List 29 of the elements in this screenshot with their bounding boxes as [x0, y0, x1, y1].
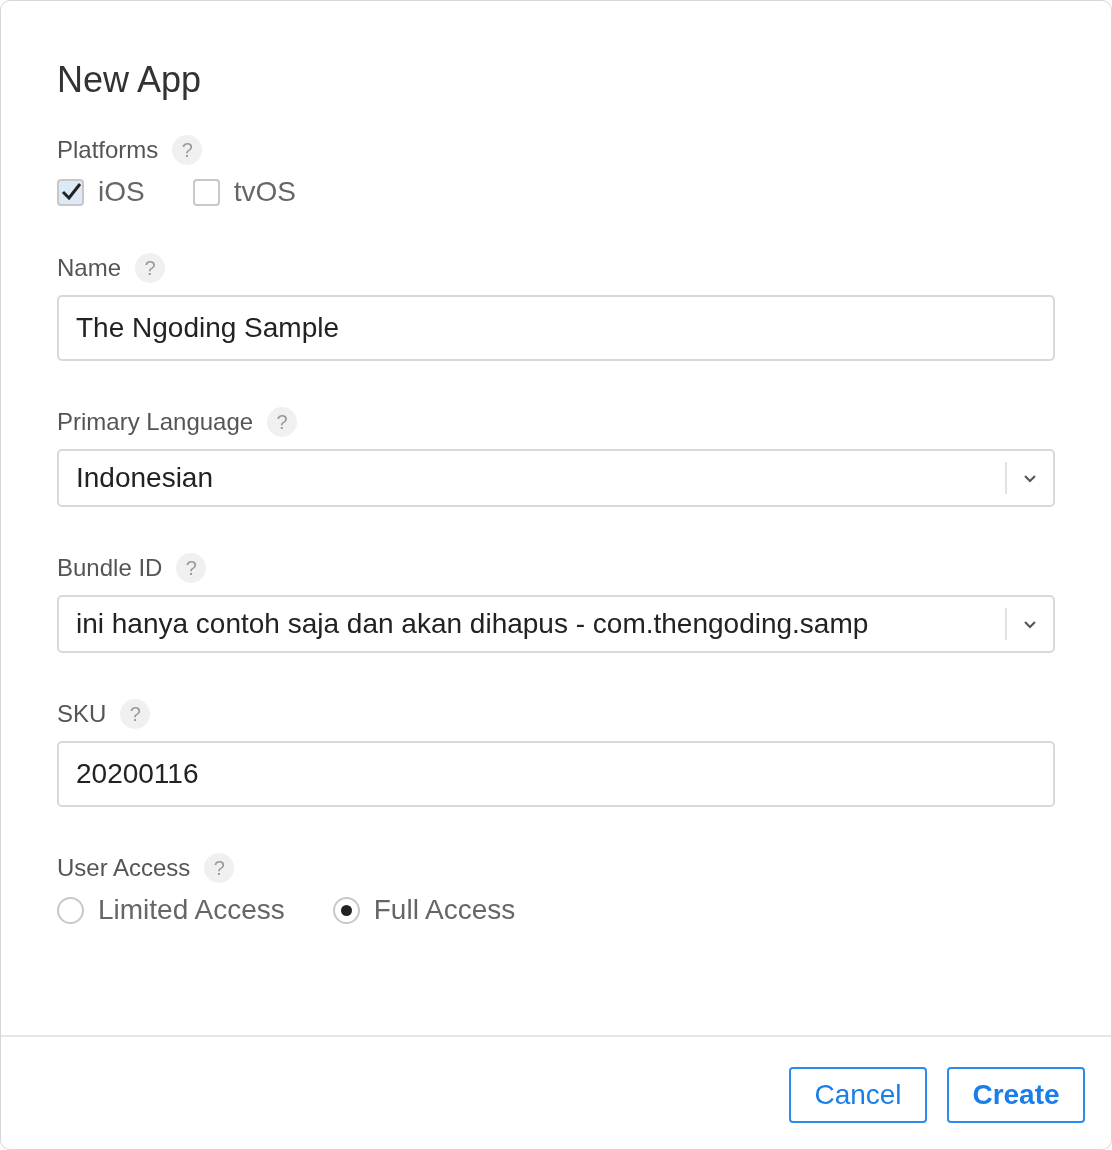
radio-label: Limited Access [98, 894, 285, 926]
secondary-button[interactable]: Cancel [789, 1067, 927, 1123]
radio-label: Full Access [373, 894, 516, 926]
help-icon[interactable]: ? [176, 553, 207, 583]
checkbox[interactable] [57, 178, 84, 206]
field-label: Bundle ID [57, 554, 163, 582]
text-field[interactable]: 20200116 [57, 741, 1055, 807]
field-label: SKU [57, 700, 107, 728]
checkbox-label: iOS [98, 176, 145, 208]
field-label: Platforms [57, 136, 159, 164]
field-label: Primary Language [57, 408, 254, 436]
chevron-down-icon [1023, 619, 1037, 629]
checkbox[interactable] [192, 178, 220, 206]
select-field[interactable]: ini hanya contoh saja dan akan dihapus - com.thengoding.samp [57, 595, 1055, 653]
radio-button[interactable] [332, 896, 360, 924]
field-label: Name [57, 254, 122, 282]
primary-button[interactable]: Create [947, 1067, 1085, 1123]
help-icon[interactable]: ? [135, 253, 166, 283]
chevron-down-icon [1023, 473, 1037, 483]
help-icon[interactable]: ? [172, 135, 203, 165]
radio-button[interactable] [57, 896, 84, 924]
help-icon[interactable]: ? [120, 699, 151, 729]
select-field[interactable]: Indonesian [57, 449, 1055, 507]
help-icon[interactable]: ? [267, 407, 298, 437]
checkbox-label: tvOS [233, 176, 296, 208]
text-field[interactable]: The Ngoding Sample [57, 295, 1055, 361]
field-label: User Access [57, 854, 191, 882]
dialog-title: New App [57, 59, 203, 101]
help-icon[interactable]: ? [204, 853, 235, 883]
